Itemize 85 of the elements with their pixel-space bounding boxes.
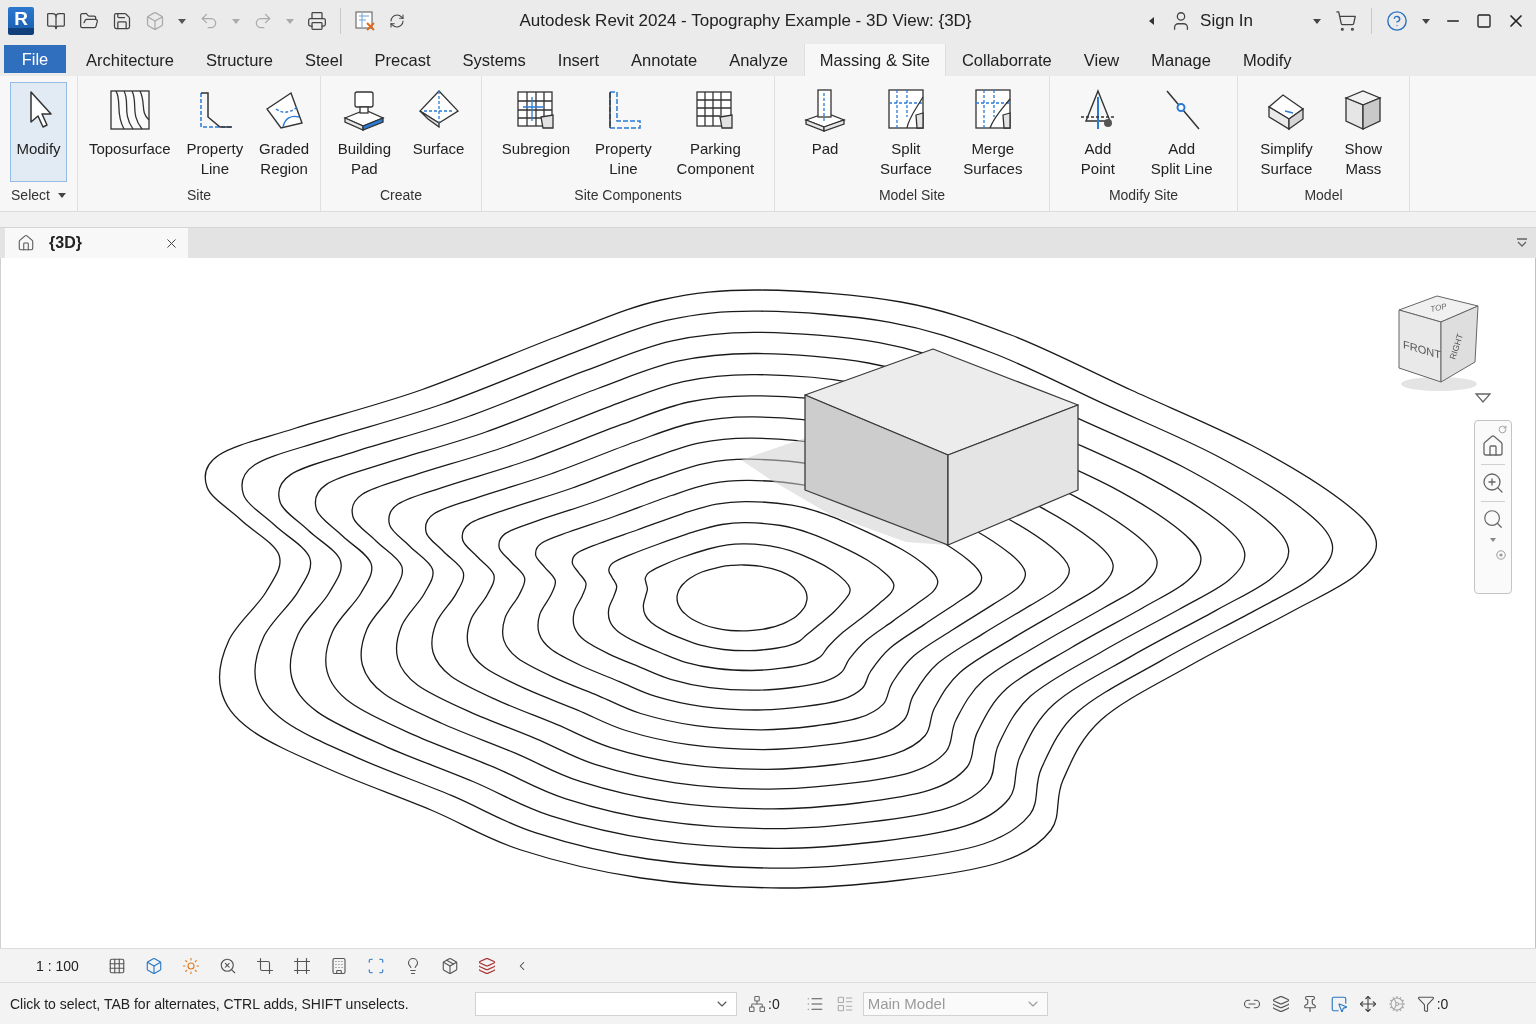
move-icon[interactable]: [1358, 994, 1377, 1013]
panel-dropdown-button[interactable]: Select: [11, 186, 66, 203]
search-cross-icon[interactable]: [218, 956, 237, 975]
filter-icon[interactable]: [1416, 994, 1435, 1013]
slab-post-icon: [802, 87, 848, 133]
viewcube-face-label[interactable]: TOP: [1429, 301, 1448, 314]
viewcube-face-label[interactable]: RIGHT: [1447, 332, 1466, 361]
cart-icon[interactable]: [1335, 10, 1357, 32]
help-icon[interactable]: [1386, 10, 1408, 32]
grid-icon[interactable]: [107, 956, 126, 975]
ribbon-tool-button[interactable]: Add Split Line: [1145, 82, 1218, 182]
caret-down-icon[interactable]: [1422, 17, 1430, 25]
ribbon-tool-button[interactable]: Parking Component: [671, 82, 760, 182]
zoom-window-icon[interactable]: [1482, 508, 1504, 530]
building-icon[interactable]: [329, 956, 348, 975]
book-icon[interactable]: [46, 11, 66, 31]
network-icon[interactable]: [748, 994, 766, 1013]
ribbon-tab[interactable]: Systems: [446, 44, 542, 76]
sign-in-button[interactable]: Sign In: [1170, 10, 1253, 32]
collapse-caret-icon[interactable]: [1516, 238, 1528, 248]
ribbon-tab[interactable]: Annotate: [615, 44, 714, 76]
home-icon: [17, 234, 35, 252]
printer-icon[interactable]: [307, 11, 327, 31]
ribbon-tool-button[interactable]: Show Mass: [1334, 82, 1392, 182]
cube-icon[interactable]: [144, 956, 163, 975]
viewcube[interactable]: [1398, 295, 1479, 391]
crop-icon[interactable]: [255, 956, 274, 975]
ribbon-tool-button[interactable]: Property Line: [590, 82, 657, 182]
panel-title: Site Components: [574, 186, 682, 203]
ribbon-tool-button[interactable]: Pad: [796, 82, 854, 182]
ribbon-tab[interactable]: Collaborrate: [945, 44, 1068, 76]
ribbon-tab[interactable]: Analyze: [713, 44, 804, 76]
ribbon-tab[interactable]: Insert: [541, 44, 616, 76]
ribbon-tool-button[interactable]: Simplify Surface: [1255, 82, 1318, 182]
package-icon[interactable]: [440, 956, 459, 975]
save-icon[interactable]: [112, 11, 132, 31]
ribbon-tool-button[interactable]: Toposurface: [83, 82, 176, 182]
layers-icon[interactable]: [477, 956, 496, 975]
app-logo[interactable]: R: [8, 7, 34, 35]
panel-title: Model Site: [878, 186, 946, 203]
caret-left-icon[interactable]: [1148, 17, 1157, 25]
filter-count: :0: [1436, 995, 1449, 1012]
status-message: Click to select, TAB for alternates, CTRL adds, SHIFT unselects.: [10, 995, 410, 1012]
panel-title: Create: [380, 186, 422, 203]
panel-title: Model: [1304, 186, 1343, 203]
ribbon-tab[interactable]: Structure: [190, 44, 289, 76]
caret-down-icon[interactable]: [178, 17, 186, 25]
caret-down-icon[interactable]: [1313, 17, 1321, 25]
sheet-icon[interactable]: [354, 10, 376, 32]
ribbon-tab[interactable]: Architecture: [70, 44, 191, 76]
layers-icon[interactable]: [1271, 994, 1290, 1013]
pointer-square-icon[interactable]: [1329, 994, 1348, 1013]
ribbon-tab[interactable]: Steel: [289, 44, 359, 76]
maximize-icon[interactable]: [1476, 13, 1492, 29]
ribbon-tool-button[interactable]: Property Line: [181, 82, 249, 182]
ribbon-tool-button[interactable]: Subregion: [496, 82, 576, 182]
frame-icon[interactable]: [292, 956, 311, 975]
ribbon-tab[interactable]: Manage: [1135, 44, 1227, 76]
ribbon-tool-button[interactable]: Split Surface: [875, 82, 937, 182]
ribbon-tool-button[interactable]: Add Point: [1069, 82, 1127, 182]
ribbon-tab[interactable]: Modify: [1226, 44, 1308, 76]
ribbon-tab[interactable]: View: [1067, 44, 1136, 76]
selection-count: :0: [768, 995, 780, 1012]
ribbon-tool-button[interactable]: Building Pad: [332, 82, 396, 182]
ribbon-tool-button[interactable]: Merge Surfaces: [958, 82, 1028, 182]
ribbon-tab[interactable]: Massing & Site: [803, 44, 946, 76]
caret-down-icon[interactable]: [57, 190, 66, 199]
view-scale[interactable]: 1 : 100: [36, 957, 79, 974]
panel-title: Site: [186, 186, 212, 203]
panel-title: Modify Site: [1108, 186, 1179, 203]
ribbon-tool-button[interactable]: Surface: [407, 82, 470, 182]
folder-icon[interactable]: [79, 11, 99, 31]
ribbon-tab[interactable]: Precast: [358, 44, 447, 76]
scan-icon[interactable]: [366, 956, 385, 975]
home-icon[interactable]: [1481, 434, 1505, 458]
sun-icon[interactable]: [181, 956, 200, 975]
document-tab[interactable]: {3D}: [5, 228, 188, 258]
zoom-in-icon[interactable]: [1481, 471, 1505, 495]
file-menu-button[interactable]: File: [4, 45, 66, 73]
ribbon-tool-button[interactable]: Modify: [10, 82, 67, 182]
caret-down-icon[interactable]: [1475, 393, 1491, 403]
ribbon-tool-button[interactable]: Graded Region: [254, 82, 315, 182]
window-title: Autodesk Revit 2024 - Topography Example - 3D View: {3D}: [518, 11, 973, 31]
target-icon[interactable]: [1496, 550, 1506, 560]
sync-icon[interactable]: [389, 13, 405, 29]
